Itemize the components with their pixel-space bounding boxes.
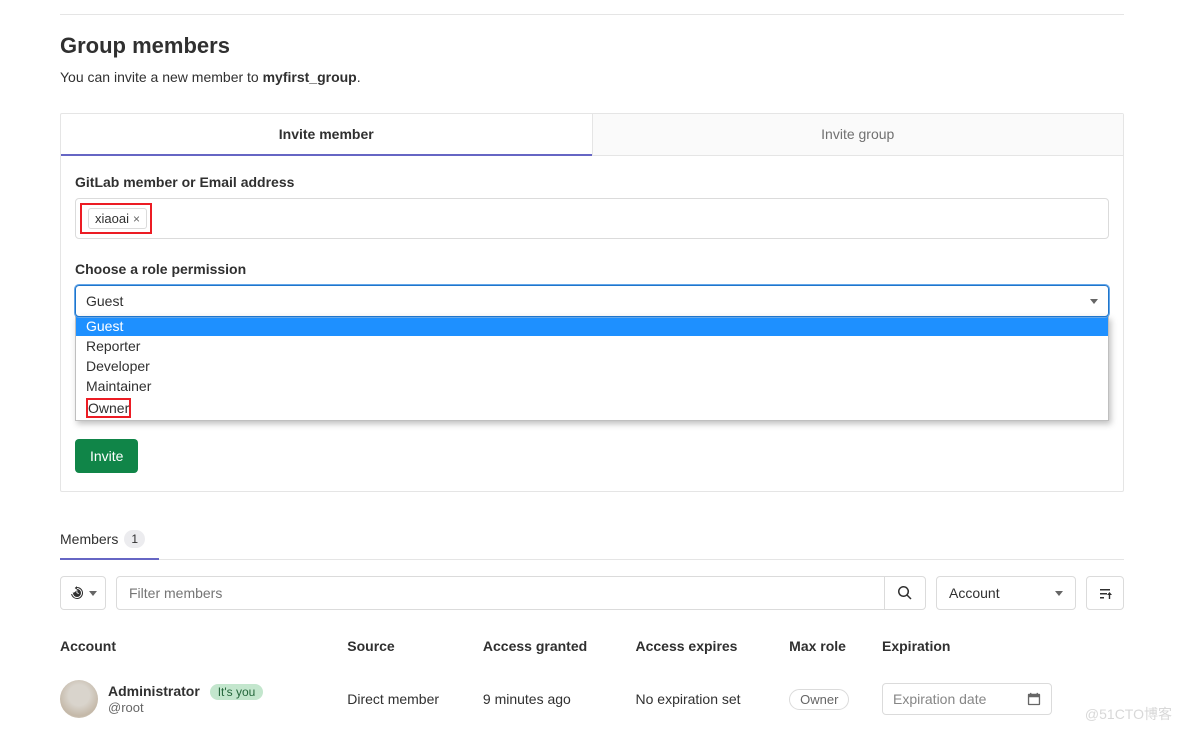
group-name: myfirst_group: [263, 69, 357, 85]
invite-tabs: Invite member Invite group: [61, 114, 1123, 156]
table-row: Administrator It's you @root Direct memb…: [60, 668, 1124, 730]
recent-searches-button[interactable]: [60, 576, 106, 610]
expiration-input[interactable]: Expiration date: [882, 683, 1052, 715]
avatar: [60, 680, 98, 718]
max-role-pill: Owner: [789, 689, 849, 710]
role-selected-value: Guest: [86, 293, 123, 309]
sort-field-select[interactable]: Account: [936, 576, 1076, 610]
chevron-down-icon: [1090, 299, 1098, 304]
tab-invite-member[interactable]: Invite member: [61, 114, 592, 156]
cell-granted: 9 minutes ago: [483, 668, 636, 730]
role-option-maintainer[interactable]: Maintainer: [76, 376, 1108, 396]
role-option-guest[interactable]: Guest: [76, 316, 1108, 336]
members-count-badge: 1: [124, 530, 145, 548]
role-dropdown: Guest Reporter Developer Maintainer Owne…: [75, 316, 1109, 421]
filter-members-search: [116, 576, 926, 610]
top-divider: [60, 14, 1124, 15]
member-field-label: GitLab member or Email address: [75, 174, 1109, 190]
page-subhead: You can invite a new member to myfirst_g…: [60, 69, 1124, 85]
invite-button[interactable]: Invite: [75, 439, 138, 473]
col-maxrole: Max role: [789, 628, 882, 668]
search-icon: [897, 585, 913, 601]
cell-source: Direct member: [347, 668, 483, 730]
its-you-badge: It's you: [210, 684, 264, 700]
sort-direction-button[interactable]: [1086, 576, 1124, 610]
member-token-text: xiaoai: [95, 211, 129, 226]
member-name[interactable]: Administrator: [108, 683, 200, 699]
members-subtab[interactable]: Members 1: [60, 520, 159, 560]
expiration-placeholder: Expiration date: [893, 691, 986, 707]
chevron-down-icon: [89, 591, 97, 596]
page-title: Group members: [60, 33, 1124, 59]
calendar-icon: [1027, 692, 1041, 706]
filter-members-input[interactable]: [117, 577, 884, 609]
chevron-down-icon: [1055, 591, 1063, 596]
role-option-owner[interactable]: Owner: [76, 396, 1108, 420]
sort-ascending-icon: [1097, 585, 1113, 601]
col-granted: Access granted: [483, 628, 636, 668]
member-token[interactable]: xiaoai ×: [88, 208, 147, 229]
members-table: Account Source Access granted Access exp…: [60, 628, 1124, 730]
search-button[interactable]: [884, 577, 925, 609]
cell-expires: No expiration set: [636, 668, 790, 730]
members-subtabs: Members 1: [60, 520, 1124, 560]
member-username: @root: [108, 700, 263, 715]
watermark: @51CTO博客: [1085, 704, 1172, 724]
col-expiration: Expiration: [882, 628, 1124, 668]
role-option-reporter[interactable]: Reporter: [76, 336, 1108, 356]
role-option-owner-text: Owner: [88, 400, 129, 416]
tab-invite-group[interactable]: Invite group: [592, 114, 1124, 156]
subhead-suffix: .: [357, 69, 361, 85]
role-option-developer[interactable]: Developer: [76, 356, 1108, 376]
members-subtab-label: Members: [60, 531, 118, 547]
role-field-label: Choose a role permission: [75, 261, 1109, 277]
remove-token-icon[interactable]: ×: [133, 212, 140, 226]
col-account: Account: [60, 628, 347, 668]
col-expires: Access expires: [636, 628, 790, 668]
col-source: Source: [347, 628, 483, 668]
sort-field-label: Account: [949, 585, 1000, 601]
history-icon: [69, 585, 85, 601]
member-token-input[interactable]: xiaoai ×: [75, 198, 1109, 239]
members-toolbar: Account: [60, 576, 1124, 610]
invite-panel: Invite member Invite group GitLab member…: [60, 113, 1124, 492]
subhead-text: You can invite a new member to: [60, 69, 263, 85]
role-select[interactable]: Guest: [75, 285, 1109, 317]
